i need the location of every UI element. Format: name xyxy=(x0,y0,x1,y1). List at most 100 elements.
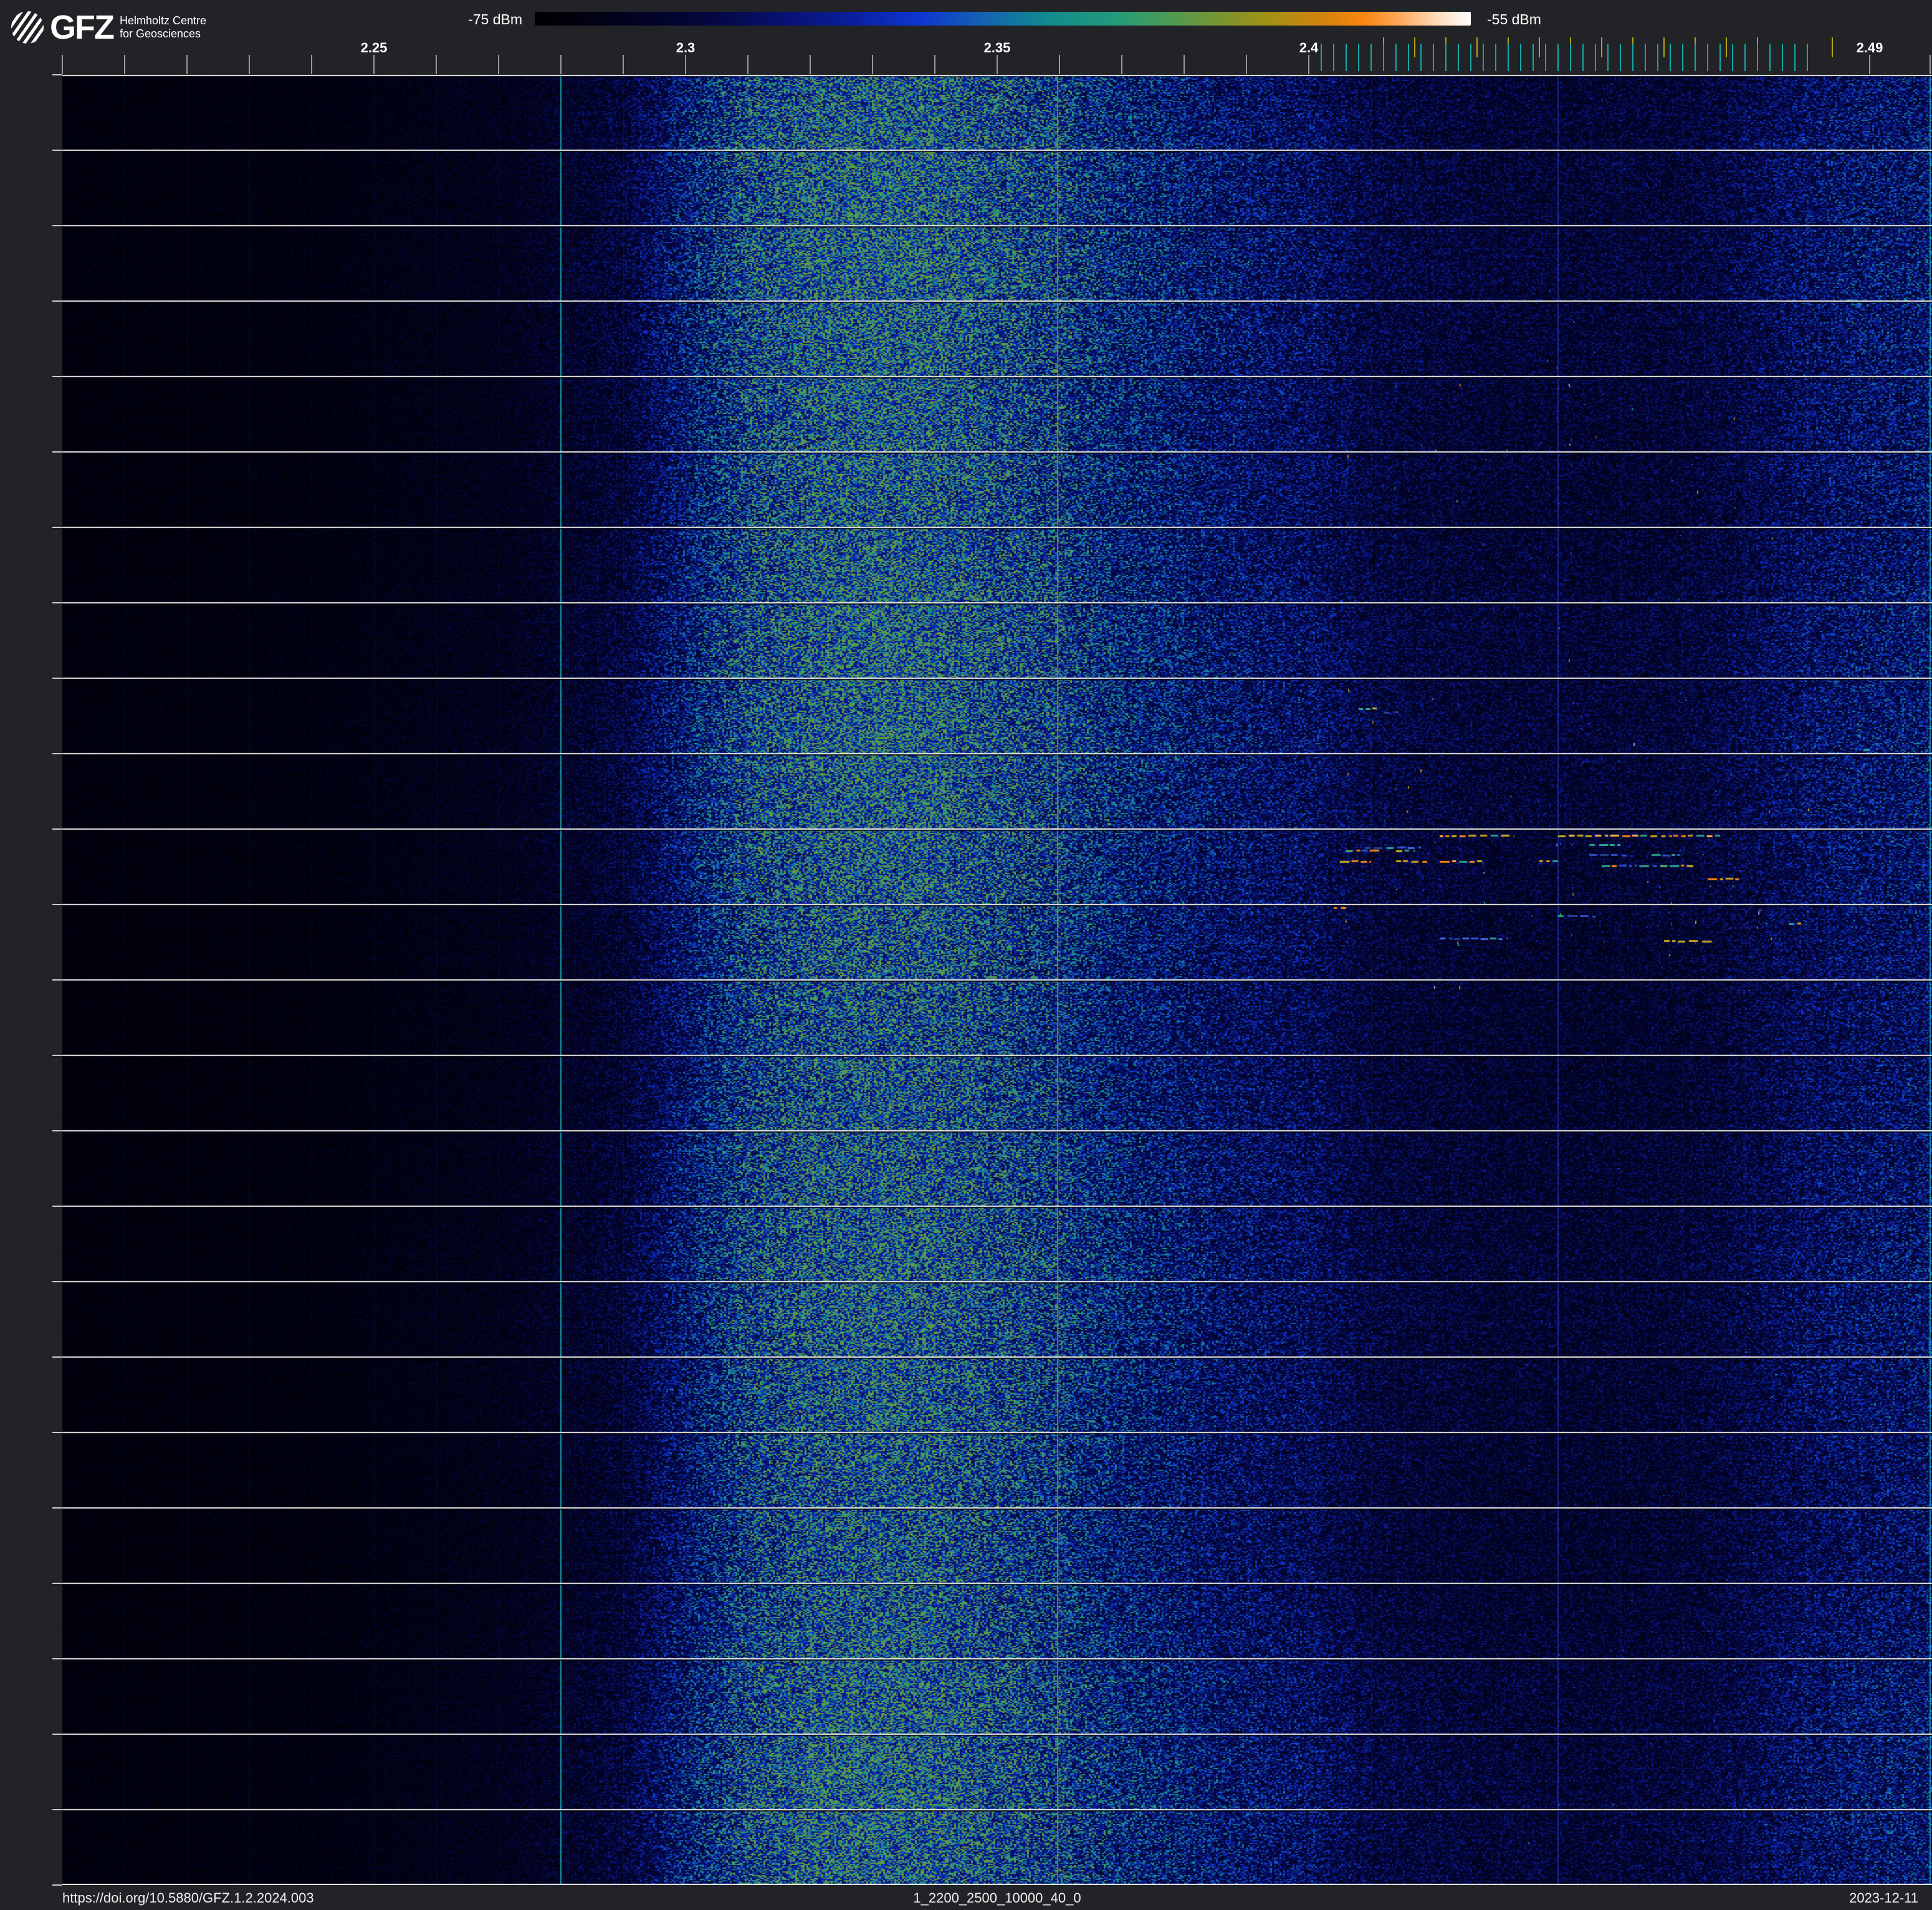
freq-minor-tick xyxy=(747,55,748,74)
ble-channel-tick xyxy=(1483,44,1484,71)
time-axis-tick xyxy=(52,1884,62,1886)
ble-channel-tick xyxy=(1645,44,1646,71)
freq-minor-tick xyxy=(560,55,562,74)
wifi-channel-tick xyxy=(1414,37,1415,57)
time-axis: 24:0023:0022:0021:0020:0019:0018:0017:00… xyxy=(0,0,62,1910)
ble-channel-tick xyxy=(1719,44,1721,71)
freq-minor-tick xyxy=(1308,55,1309,74)
ble-channel-tick xyxy=(1769,44,1771,71)
spectrogram-canvas xyxy=(62,75,1932,1885)
wifi-channel-tick xyxy=(1832,37,1833,57)
freq-minor-tick xyxy=(997,55,998,74)
footer-doi-text: https://doi.org/10.5880/GFZ.1.2.2024.003 xyxy=(62,1890,314,1906)
freq-minor-tick xyxy=(311,55,312,74)
time-axis-tick xyxy=(52,1206,62,1207)
footer-title-text: 1_2200_2500_10000_40_0 xyxy=(913,1890,1081,1906)
ble-channel-tick xyxy=(1358,44,1359,71)
ble-channel-tick xyxy=(1807,44,1808,71)
time-axis-tick xyxy=(52,1734,62,1735)
time-axis-tick xyxy=(52,451,62,453)
time-axis-tick xyxy=(52,74,62,75)
freq-minor-tick xyxy=(1121,55,1122,74)
ble-channel-tick xyxy=(1620,44,1621,71)
time-axis-tick xyxy=(52,1281,62,1282)
ble-channel-tick xyxy=(1557,44,1559,71)
freq-minor-tick xyxy=(623,55,624,74)
ble-channel-tick xyxy=(1707,44,1708,71)
ble-channel-tick xyxy=(1333,44,1334,71)
freq-minor-tick xyxy=(373,55,375,74)
time-axis-tick xyxy=(52,678,62,679)
time-axis-tick xyxy=(52,979,62,981)
ble-channel-tick xyxy=(1495,44,1496,71)
frequency-axis: 2.25 2.3 2.35 2.4 2.49 xyxy=(0,0,1932,75)
freq-minor-tick xyxy=(934,55,935,74)
time-axis-tick xyxy=(52,904,62,905)
ble-channel-tick xyxy=(1570,44,1571,71)
ble-channel-tick xyxy=(1408,44,1409,71)
time-axis-tick xyxy=(52,150,62,151)
ble-channel-tick xyxy=(1545,44,1546,71)
freq-minor-tick xyxy=(1246,55,1247,74)
ble-channel-tick xyxy=(1607,44,1609,71)
ble-channel-tick xyxy=(1370,44,1372,71)
freq-minor-tick xyxy=(249,55,250,74)
time-axis-tick xyxy=(52,1583,62,1584)
time-axis-tick xyxy=(52,1055,62,1056)
ble-channel-tick xyxy=(1582,44,1584,71)
time-axis-tick xyxy=(52,1130,62,1131)
time-axis-tick xyxy=(52,753,62,754)
ble-channel-tick xyxy=(1782,44,1783,71)
freq-minor-tick xyxy=(1059,55,1060,74)
time-axis-tick xyxy=(52,1658,62,1659)
wifi-channel-tick xyxy=(1726,37,1727,57)
freq-minor-tick xyxy=(436,55,437,74)
ble-channel-tick xyxy=(1670,44,1671,71)
freq-minor-tick xyxy=(685,55,686,74)
ble-channel-tick xyxy=(1470,44,1471,71)
ble-channel-tick xyxy=(1682,44,1683,71)
wifi-channel-tick xyxy=(1539,37,1540,57)
ble-channel-tick xyxy=(1383,44,1384,71)
freq-minor-tick xyxy=(1184,55,1185,74)
ble-channel-tick xyxy=(1695,44,1696,71)
ble-channel-tick xyxy=(1346,44,1347,71)
ble-channel-tick xyxy=(1508,44,1509,71)
freq-minor-tick xyxy=(124,55,125,74)
freq-minor-tick xyxy=(1930,55,1931,74)
ble-channel-tick xyxy=(1757,44,1758,71)
time-axis-tick xyxy=(52,1432,62,1433)
time-axis-tick xyxy=(52,300,62,302)
ble-channel-tick xyxy=(1794,44,1796,71)
freq-axis-label: 2.3 xyxy=(676,40,696,55)
ble-channel-tick xyxy=(1395,44,1397,71)
freq-minor-tick xyxy=(498,55,499,74)
ble-channel-tick xyxy=(1458,44,1459,71)
time-axis-tick xyxy=(52,1507,62,1509)
freq-axis-label: 2.25 xyxy=(360,40,388,55)
ble-channel-tick xyxy=(1433,44,1434,71)
ble-channel-tick xyxy=(1657,44,1658,71)
time-axis-tick xyxy=(52,1809,62,1810)
freq-minor-tick xyxy=(810,55,811,74)
freq-axis-label: 2.35 xyxy=(983,40,1011,55)
wifi-channel-tick xyxy=(1601,37,1602,57)
freq-axis-label: 2.49 xyxy=(1856,40,1883,55)
ble-channel-tick xyxy=(1321,44,1322,71)
ble-channel-tick xyxy=(1744,44,1746,71)
wifi-channel-tick xyxy=(1663,37,1665,57)
time-axis-tick xyxy=(52,527,62,528)
ble-channel-tick xyxy=(1632,44,1633,71)
time-axis-tick xyxy=(52,376,62,377)
freq-axis-label: 2.4 xyxy=(1299,40,1319,55)
ble-channel-tick xyxy=(1732,44,1733,71)
time-axis-tick xyxy=(52,828,62,830)
freq-minor-tick xyxy=(186,55,188,74)
time-axis-tick xyxy=(52,1356,62,1358)
time-axis-tick xyxy=(52,602,62,603)
ble-channel-tick xyxy=(1595,44,1596,71)
ble-channel-tick xyxy=(1533,44,1534,71)
wifi-channel-tick xyxy=(1476,37,1478,57)
ble-channel-tick xyxy=(1445,44,1447,71)
time-axis-tick xyxy=(52,225,62,226)
